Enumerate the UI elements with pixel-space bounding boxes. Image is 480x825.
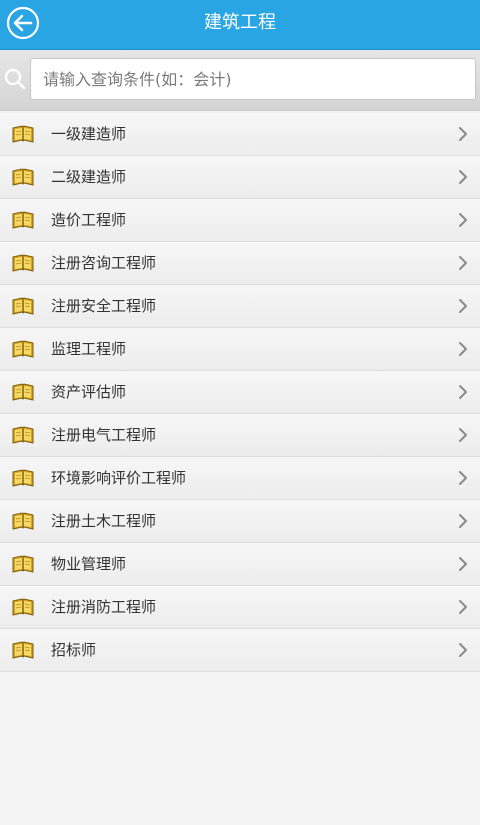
list-item-label: 造价工程师	[51, 211, 127, 229]
chevron-right-icon	[458, 126, 468, 142]
chevron-right-icon	[458, 513, 468, 529]
book-icon	[11, 511, 35, 531]
list-item[interactable]: 注册咨询工程师	[0, 242, 480, 285]
chevron-right-icon	[458, 298, 468, 314]
list-item[interactable]: 注册消防工程师	[0, 586, 480, 629]
list-item[interactable]: 注册安全工程师	[0, 285, 480, 328]
chevron-right-icon	[458, 212, 468, 228]
list-item[interactable]: 物业管理师	[0, 543, 480, 586]
chevron-right-icon	[458, 384, 468, 400]
chevron-right-icon	[458, 599, 468, 615]
chevron-right-icon	[458, 556, 468, 572]
chevron-right-icon	[458, 427, 468, 443]
list-item-label: 注册电气工程师	[51, 426, 157, 444]
back-button[interactable]	[6, 6, 40, 40]
list-item[interactable]: 监理工程师	[0, 328, 480, 371]
list-item-label: 环境影响评价工程师	[51, 469, 187, 487]
list-item[interactable]: 注册电气工程师	[0, 414, 480, 457]
list-item[interactable]: 二级建造师	[0, 156, 480, 199]
book-icon	[11, 124, 35, 144]
book-icon	[11, 554, 35, 574]
search-input[interactable]	[30, 58, 476, 100]
list-item-label: 二级建造师	[51, 168, 127, 186]
search-bar	[0, 50, 480, 111]
list-item-label: 招标师	[51, 641, 97, 659]
book-icon	[11, 167, 35, 187]
book-icon	[11, 425, 35, 445]
back-arrow-icon	[6, 6, 40, 40]
search-icon[interactable]	[3, 67, 27, 91]
chevron-right-icon	[458, 341, 468, 357]
chevron-right-icon	[458, 470, 468, 486]
page-title: 建筑工程	[204, 12, 276, 33]
book-icon	[11, 296, 35, 316]
app-header: 建筑工程	[0, 0, 480, 50]
chevron-right-icon	[458, 255, 468, 271]
book-icon	[11, 468, 35, 488]
list-item-label: 注册消防工程师	[51, 598, 157, 616]
book-icon	[11, 382, 35, 402]
list-item-label: 资产评估师	[51, 383, 127, 401]
list-item-label: 注册安全工程师	[51, 297, 157, 315]
list-item[interactable]: 资产评估师	[0, 371, 480, 414]
list-item-label: 监理工程师	[51, 340, 127, 358]
book-icon	[11, 253, 35, 273]
chevron-right-icon	[458, 642, 468, 658]
list-item-label: 物业管理师	[51, 555, 127, 573]
book-icon	[11, 640, 35, 660]
list-item-label: 注册咨询工程师	[51, 254, 157, 272]
list-item[interactable]: 一级建造师	[0, 113, 480, 156]
book-icon	[11, 339, 35, 359]
list-item[interactable]: 注册土木工程师	[0, 500, 480, 543]
list-item-label: 一级建造师	[51, 125, 127, 143]
list-item-label: 注册土木工程师	[51, 512, 157, 530]
book-icon	[11, 210, 35, 230]
list-item[interactable]: 造价工程师	[0, 199, 480, 242]
list-item[interactable]: 环境影响评价工程师	[0, 457, 480, 500]
chevron-right-icon	[458, 169, 468, 185]
category-list: 一级建造师二级建造师造价工程师注册咨询工程师 注册安全工程师 监理工程师资产评估师注…	[0, 113, 480, 672]
book-icon	[11, 597, 35, 617]
list-item[interactable]: 招标师	[0, 629, 480, 672]
